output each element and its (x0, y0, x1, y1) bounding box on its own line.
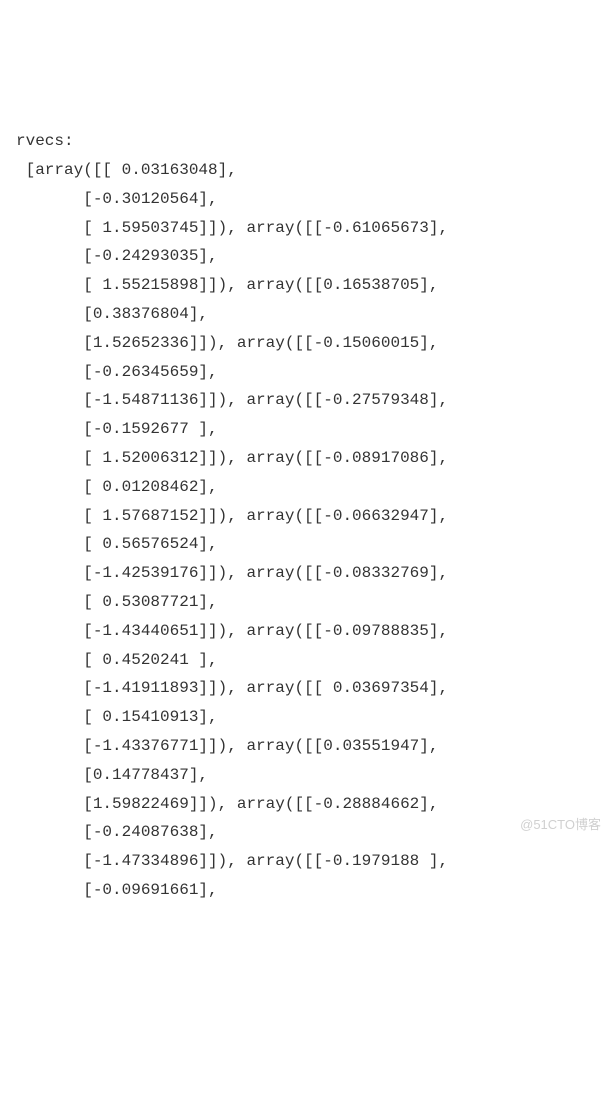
code-line: [-0.26345659], (16, 363, 218, 381)
code-line: [0.38376804], (16, 305, 208, 323)
header-label: rvecs: (16, 132, 74, 150)
code-line: [1.52652336]]), array([[-0.15060015], (16, 334, 438, 352)
code-line: [ 0.01208462], (16, 478, 218, 496)
code-line: [0.14778437], (16, 766, 208, 784)
code-line: [-1.42539176]]), array([[-0.08332769], (16, 564, 448, 582)
code-line: [ 1.59503745]]), array([[-0.61065673], (16, 219, 448, 237)
code-line: [-1.54871136]]), array([[-0.27579348], (16, 391, 448, 409)
code-line: [-1.43376771]]), array([[0.03551947], (16, 737, 438, 755)
code-line: [ 1.57687152]]), array([[-0.06632947], (16, 507, 448, 525)
code-line: [ 0.15410913], (16, 708, 218, 726)
code-line: [-1.47334896]]), array([[-0.1979188 ], (16, 852, 448, 870)
watermark-label: @51CTO博客 (520, 813, 601, 836)
code-line: [-0.1592677 ], (16, 420, 218, 438)
code-line: [-1.41911893]]), array([[ 0.03697354], (16, 679, 448, 697)
code-line: [-0.30120564], (16, 190, 218, 208)
code-output-block: rvecs: [array([[ 0.03163048], [-0.301205… (16, 127, 597, 905)
code-line: [array([[ 0.03163048], (16, 161, 237, 179)
code-line: [-0.09691661], (16, 881, 218, 899)
code-line: [ 1.52006312]]), array([[-0.08917086], (16, 449, 448, 467)
code-line: [ 0.4520241 ], (16, 651, 218, 669)
code-line: [1.59822469]]), array([[-0.28884662], (16, 795, 438, 813)
code-line: [ 0.53087721], (16, 593, 218, 611)
code-line: [ 1.55215898]]), array([[0.16538705], (16, 276, 438, 294)
code-line: [ 0.56576524], (16, 535, 218, 553)
code-line: [-0.24087638], (16, 823, 218, 841)
code-line: [-1.43440651]]), array([[-0.09788835], (16, 622, 448, 640)
code-line: [-0.24293035], (16, 247, 218, 265)
